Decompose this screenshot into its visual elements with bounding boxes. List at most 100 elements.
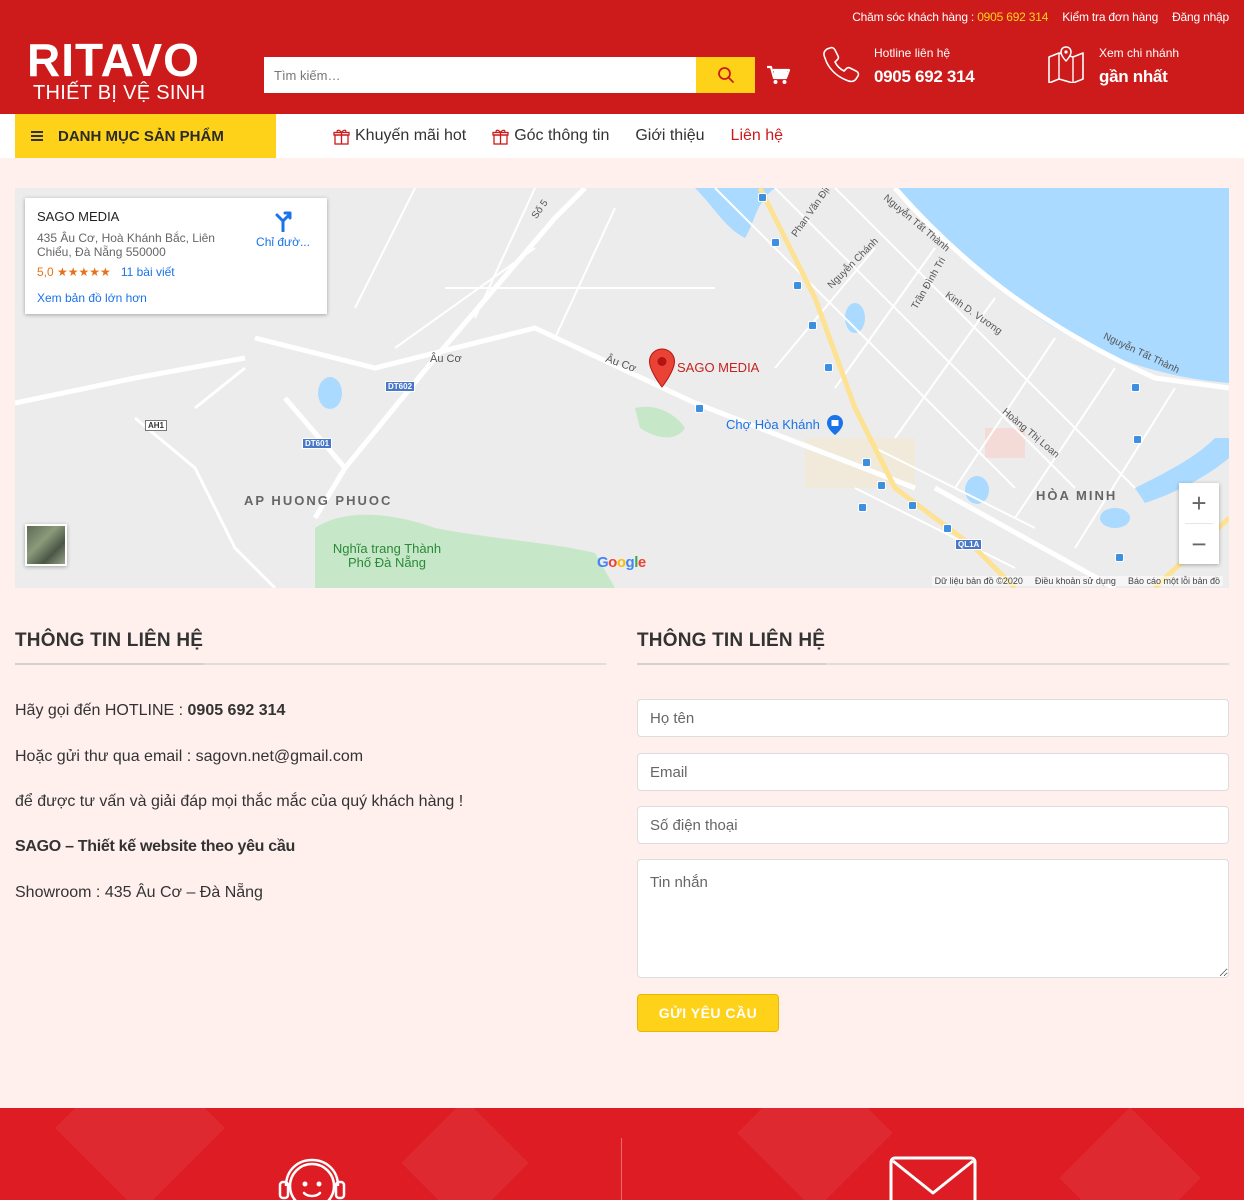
check-order-link[interactable]: Kiểm tra đơn hàng xyxy=(1062,10,1158,24)
header: Chăm sóc khách hàng : 0905 692 314 Kiểm … xyxy=(0,0,1244,114)
search-input[interactable] xyxy=(264,57,696,93)
map-marker-icon[interactable] xyxy=(648,348,676,388)
rating-value: 5,0 ★★★★★ xyxy=(37,265,111,279)
phone-field[interactable] xyxy=(637,806,1229,844)
nav-links: Khuyến mãi hot Góc thông tin Giới thiệu … xyxy=(333,114,783,158)
bus-stop-icon xyxy=(943,524,952,533)
menu-icon xyxy=(31,129,43,143)
submit-button[interactable]: GỬI YÊU CẦU xyxy=(637,994,779,1032)
support-label: Chăm sóc khách hàng : xyxy=(852,10,975,24)
logo-main: RITAVO xyxy=(27,34,200,86)
bus-stop-icon xyxy=(758,193,767,202)
google-logo: Google xyxy=(597,554,646,571)
hotline-prefix: Hãy gọi đến HOTLINE : xyxy=(15,702,188,719)
envelope-icon xyxy=(889,1156,977,1200)
hotline-number[interactable]: 0905 692 314 xyxy=(874,67,975,87)
bus-stop-icon xyxy=(808,321,817,330)
support-phone[interactable]: 0905 692 314 xyxy=(977,10,1048,24)
login-link[interactable]: Đăng nhập xyxy=(1172,10,1229,24)
directions-icon xyxy=(275,211,292,233)
bus-stop-icon xyxy=(862,458,871,467)
nav-item-info-corner[interactable]: Góc thông tin xyxy=(492,127,609,145)
top-links: Chăm sóc khách hàng : 0905 692 314 Kiểm … xyxy=(852,10,1229,24)
zoom-controls: + − xyxy=(1179,483,1219,564)
footer-decoration xyxy=(401,1108,529,1200)
email-field[interactable] xyxy=(637,753,1229,791)
tagline: SAGO – Thiết kế website theo yêu cầu xyxy=(15,838,295,855)
satellite-toggle[interactable] xyxy=(25,524,67,566)
name-field[interactable] xyxy=(637,699,1229,737)
map-report-link[interactable]: Báo cáo một lỗi bản đồ xyxy=(1128,576,1220,586)
bus-stop-icon xyxy=(695,404,704,413)
nav-item-about[interactable]: Giới thiệu xyxy=(635,127,704,145)
area-label: AP HUONG PHUOC xyxy=(244,493,393,508)
headset-icon xyxy=(278,1158,346,1200)
nav-item-label: Góc thông tin xyxy=(514,127,610,144)
reviews-link[interactable]: 11 bài viết xyxy=(121,265,175,279)
map-icon xyxy=(1048,46,1084,83)
title-underline xyxy=(15,663,606,665)
bus-stop-icon xyxy=(1115,553,1124,562)
main-nav: DANH MỤC SẢN PHẨM Khuyến mãi hot Góc thô… xyxy=(0,114,1244,158)
search-button[interactable] xyxy=(696,57,755,93)
market-label[interactable]: Chợ Hòa Khánh xyxy=(726,417,820,432)
category-menu-label: DANH MỤC SẢN PHẨM xyxy=(58,127,224,145)
gift-icon xyxy=(333,129,350,145)
place-address: 435 Âu Cơ, Hoà Khánh Bắc, Liên Chiểu, Đà… xyxy=(37,231,215,259)
contact-form-title: THÔNG TIN LIÊN HỆ xyxy=(637,630,826,651)
bus-stop-icon xyxy=(824,363,833,372)
embedded-map[interactable]: Âu Cơ Âu Cơ Số 5 Phan Văn Định Nguyễn Tấ… xyxy=(15,188,1229,588)
title-underline xyxy=(637,663,1229,665)
nav-item-label: Giới thiệu xyxy=(635,127,705,144)
marker-label[interactable]: SAGO MEDIA xyxy=(677,360,759,375)
nav-item-promotions[interactable]: Khuyến mãi hot xyxy=(333,127,466,145)
footer-decoration xyxy=(55,1108,225,1200)
nav-item-label: Liên hệ xyxy=(730,127,784,144)
nav-item-label: Khuyến mãi hot xyxy=(355,127,467,144)
road-tag: QL1A xyxy=(955,539,983,550)
hotline-line: Hãy gọi đến HOTLINE : 0905 692 314 xyxy=(15,702,285,720)
logo-sub: THIẾT BỊ VỆ SINH xyxy=(33,82,206,104)
larger-map-link[interactable]: Xem bản đồ lớn hơn xyxy=(37,291,315,305)
place-card: SAGO MEDIA 435 Âu Cơ, Hoà Khánh Bắc, Liê… xyxy=(25,198,327,314)
bus-stop-icon xyxy=(1131,383,1140,392)
bus-stop-icon xyxy=(858,503,867,512)
zoom-in-button[interactable]: + xyxy=(1179,483,1219,523)
map-terms-link[interactable]: Điều khoản sử dụng xyxy=(1035,576,1116,586)
place-rating: 5,0 ★★★★★ 11 bài viết xyxy=(37,265,315,279)
bus-stop-icon xyxy=(877,481,886,490)
bus-stop-icon xyxy=(908,501,917,510)
nav-item-contact[interactable]: Liên hệ xyxy=(731,127,784,145)
cart-icon[interactable] xyxy=(765,62,791,88)
phone-icon xyxy=(823,46,860,83)
footer-decoration xyxy=(1059,1108,1201,1200)
footer-decoration xyxy=(737,1108,893,1200)
contact-info-title: THÔNG TIN LIÊN HỆ xyxy=(15,630,204,651)
bus-stop-icon xyxy=(1133,435,1142,444)
footer-divider xyxy=(621,1138,622,1200)
category-menu-button[interactable]: DANH MỤC SẢN PHẨM xyxy=(15,114,276,158)
road-tag: DT602 xyxy=(385,381,416,392)
road-tag: DT601 xyxy=(302,438,333,449)
directions-button[interactable]: Chỉ đườ... xyxy=(253,210,313,249)
shopping-pin-icon[interactable] xyxy=(826,414,844,436)
message-field[interactable] xyxy=(637,859,1229,978)
zoom-out-button[interactable]: − xyxy=(1179,524,1219,564)
bus-stop-icon xyxy=(793,281,802,290)
hotline-value[interactable]: 0905 692 314 xyxy=(188,702,286,719)
branch-value[interactable]: gần nhất xyxy=(1099,67,1168,87)
bus-stop-icon xyxy=(771,238,780,247)
road-tag: AH1 xyxy=(145,420,168,431)
cemetery-label: Nghĩa trang Thành Phố Đà Nẵng xyxy=(332,541,442,570)
map-footer: Dữ liệu bản đồ ©2020 Điều khoản sử dụng … xyxy=(931,576,1223,586)
search-icon xyxy=(717,67,734,83)
showroom-line: Showroom : 435 Âu Cơ – Đà Nẵng xyxy=(15,884,263,901)
gift-icon xyxy=(492,129,509,145)
footer xyxy=(0,1108,1244,1200)
logo[interactable]: RITAVO THIẾT BỊ VỆ SINH xyxy=(27,34,212,104)
advice-line: để được tư vấn và giải đáp mọi thắc mắc … xyxy=(15,793,464,810)
directions-label: Chỉ đườ... xyxy=(256,235,310,249)
branch-label: Xem chi nhánh xyxy=(1099,46,1180,60)
map-data-credit: Dữ liệu bản đồ ©2020 xyxy=(934,576,1023,586)
support-text: Chăm sóc khách hàng : 0905 692 314 xyxy=(852,10,1048,24)
